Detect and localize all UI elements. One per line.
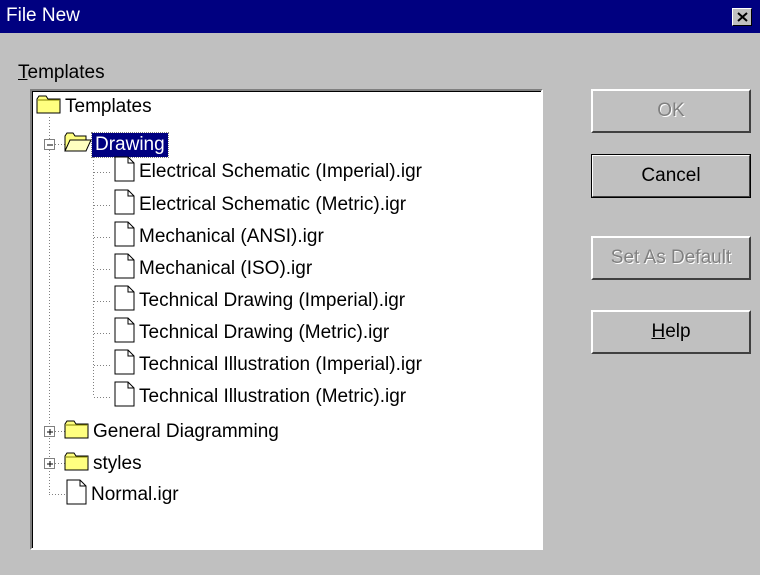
folder-icon	[36, 94, 62, 120]
document-icon	[114, 317, 136, 349]
collapse-drawing-toggle[interactable]	[44, 139, 55, 150]
tree-item-styles[interactable]: styles	[64, 450, 145, 478]
tree-item-file[interactable]: Technical Drawing (Metric).igr	[114, 317, 392, 349]
ok-button[interactable]: OK	[591, 89, 751, 133]
tree-item-file[interactable]: Mechanical (ANSI).igr	[114, 221, 327, 253]
tree-item-file[interactable]: Electrical Schematic (Metric).igr	[114, 189, 409, 221]
document-icon	[114, 381, 136, 413]
close-icon	[737, 12, 748, 22]
title-bar[interactable]: File New	[0, 0, 760, 33]
tree-item-file[interactable]: Electrical Schematic (Imperial).igr	[114, 156, 425, 188]
tree-item-templates[interactable]: Templates	[36, 93, 155, 121]
expand-general-toggle[interactable]	[44, 426, 55, 437]
document-icon	[114, 156, 136, 188]
document-icon	[114, 285, 136, 317]
tree-item-file[interactable]: Technical Drawing (Imperial).igr	[114, 285, 408, 317]
window-title: File New	[6, 5, 80, 26]
document-icon	[114, 349, 136, 381]
plus-box-icon	[47, 429, 53, 435]
folder-icon	[64, 419, 90, 445]
document-icon	[66, 479, 88, 511]
set-as-default-button[interactable]: Set As Default	[591, 236, 751, 280]
minus-box-icon	[47, 144, 53, 146]
close-button[interactable]	[732, 8, 752, 26]
document-icon	[114, 189, 136, 221]
tree-item-normal[interactable]: Normal.igr	[66, 479, 182, 511]
help-button[interactable]: Help	[591, 310, 751, 354]
tree-item-drawing[interactable]: Drawing	[64, 131, 169, 159]
open-folder-icon	[64, 132, 92, 158]
document-icon	[114, 221, 136, 253]
document-icon	[114, 253, 136, 285]
file-new-dialog: File New Templates Templates Drawing Ele…	[0, 0, 760, 575]
plus-box-icon	[47, 461, 53, 467]
templates-tree[interactable]: Templates Drawing Electrical Schematic (…	[30, 89, 543, 550]
tree-item-file[interactable]: Technical Illustration (Metric).igr	[114, 381, 409, 413]
cancel-button[interactable]: Cancel	[591, 154, 751, 198]
tree-item-general-diagramming[interactable]: General Diagramming	[64, 418, 282, 446]
templates-label: Templates	[18, 62, 105, 83]
tree-item-file[interactable]: Mechanical (ISO).igr	[114, 253, 315, 285]
tree-item-file[interactable]: Technical Illustration (Imperial).igr	[114, 349, 425, 381]
folder-icon	[64, 451, 90, 477]
expand-styles-toggle[interactable]	[44, 458, 55, 469]
